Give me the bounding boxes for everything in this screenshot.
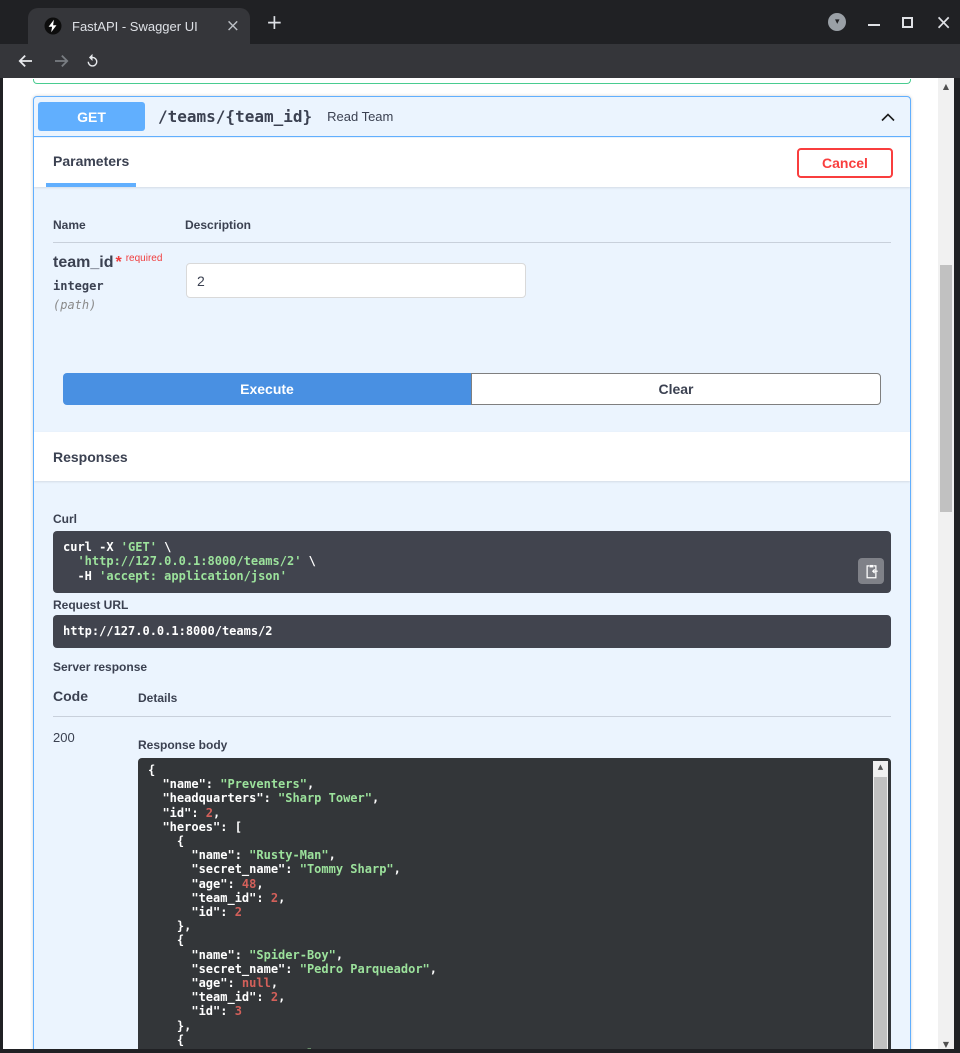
response-table-divider xyxy=(53,716,891,717)
maximize-button[interactable] xyxy=(902,17,913,28)
request-url-label: Request URL xyxy=(53,598,128,612)
page-scroll-up-icon[interactable]: ▲ xyxy=(938,82,954,91)
details-column-header: Details xyxy=(138,691,177,705)
responses-title: Responses xyxy=(53,449,128,465)
response-scrollbar-thumb[interactable] xyxy=(874,777,887,1053)
window-close-button[interactable]: × xyxy=(935,14,952,30)
window-controls: ▾ × xyxy=(828,0,952,44)
server-response-label: Server response xyxy=(53,660,147,674)
code-column-header: Code xyxy=(53,688,88,704)
parameter-location: (path) xyxy=(53,298,96,312)
name-column-header: Name xyxy=(53,218,86,232)
execute-button[interactable]: Execute xyxy=(63,373,471,405)
cancel-button[interactable]: Cancel xyxy=(797,148,893,178)
minimize-button[interactable] xyxy=(868,24,880,26)
fastapi-favicon-icon xyxy=(44,17,62,35)
opblock-summary[interactable]: GET /teams/{team_id} Read Team xyxy=(34,97,910,137)
collapse-chevron-icon[interactable] xyxy=(878,107,898,127)
back-icon[interactable] xyxy=(15,51,35,71)
response-body-scrollbar[interactable]: ▲ xyxy=(873,761,888,1053)
opblock-get: GET /teams/{team_id} Read Team Parameter… xyxy=(33,96,911,1053)
tab-title: FastAPI - Swagger UI xyxy=(72,19,226,34)
reload-icon[interactable] xyxy=(84,53,101,70)
browser-toolbar: 127.0.0.1:8000/docs#/default/read_team_t… xyxy=(0,44,960,78)
status-code: 200 xyxy=(53,730,75,745)
forward-icon[interactable] xyxy=(52,51,72,71)
required-label: required xyxy=(126,253,163,264)
request-url-value: http://127.0.0.1:8000/teams/2 xyxy=(53,615,891,648)
clear-button[interactable]: Clear xyxy=(471,373,881,405)
previous-opblock-edge xyxy=(33,79,911,84)
operation-summary-text: Read Team xyxy=(327,109,393,124)
copy-to-clipboard-button[interactable] xyxy=(858,558,884,584)
team-id-input[interactable] xyxy=(186,263,526,298)
page-scrollbar[interactable]: ▲ ▼ xyxy=(938,78,954,1053)
page-content: GET /teams/{team_id} Read Team Parameter… xyxy=(3,78,954,1053)
new-tab-button[interactable]: + xyxy=(266,13,283,31)
page-scroll-down-icon[interactable]: ▼ xyxy=(938,1040,954,1049)
parameter-name: team_id*required xyxy=(53,253,162,272)
clipboard-icon xyxy=(864,564,879,579)
curl-label: Curl xyxy=(53,512,77,526)
description-column-header: Description xyxy=(185,218,251,232)
tab-search-icon[interactable]: ▾ xyxy=(828,13,846,31)
browser-window: FastAPI - Swagger UI × + ▾ × 127.0.0 xyxy=(0,0,960,1053)
tab-strip: FastAPI - Swagger UI × + ▾ × xyxy=(0,0,960,44)
parameters-header: Parameters Cancel xyxy=(34,138,910,187)
browser-tab[interactable]: FastAPI - Swagger UI × xyxy=(28,8,250,44)
execute-row: Execute Clear xyxy=(63,373,881,405)
response-body: { "name": "Preventers", "headquarters": … xyxy=(138,758,891,1053)
window-border-bottom xyxy=(0,1049,960,1053)
required-star: * xyxy=(115,254,121,271)
response-body-label: Response body xyxy=(138,738,227,752)
curl-command: curl -X 'GET' \ 'http://127.0.0.1:8000/t… xyxy=(53,531,891,593)
table-divider xyxy=(53,242,891,243)
method-badge: GET xyxy=(38,102,145,131)
operation-path: /teams/{team_id} xyxy=(158,107,312,126)
window-border-right xyxy=(954,78,960,1053)
responses-header: Responses xyxy=(34,432,910,481)
tab-parameters[interactable]: Parameters xyxy=(46,138,136,187)
parameter-type: integer xyxy=(53,279,104,293)
tab-close-icon[interactable]: × xyxy=(226,18,240,35)
scrollbar-up-icon[interactable]: ▲ xyxy=(873,763,888,771)
page-scrollbar-thumb[interactable] xyxy=(940,265,952,512)
